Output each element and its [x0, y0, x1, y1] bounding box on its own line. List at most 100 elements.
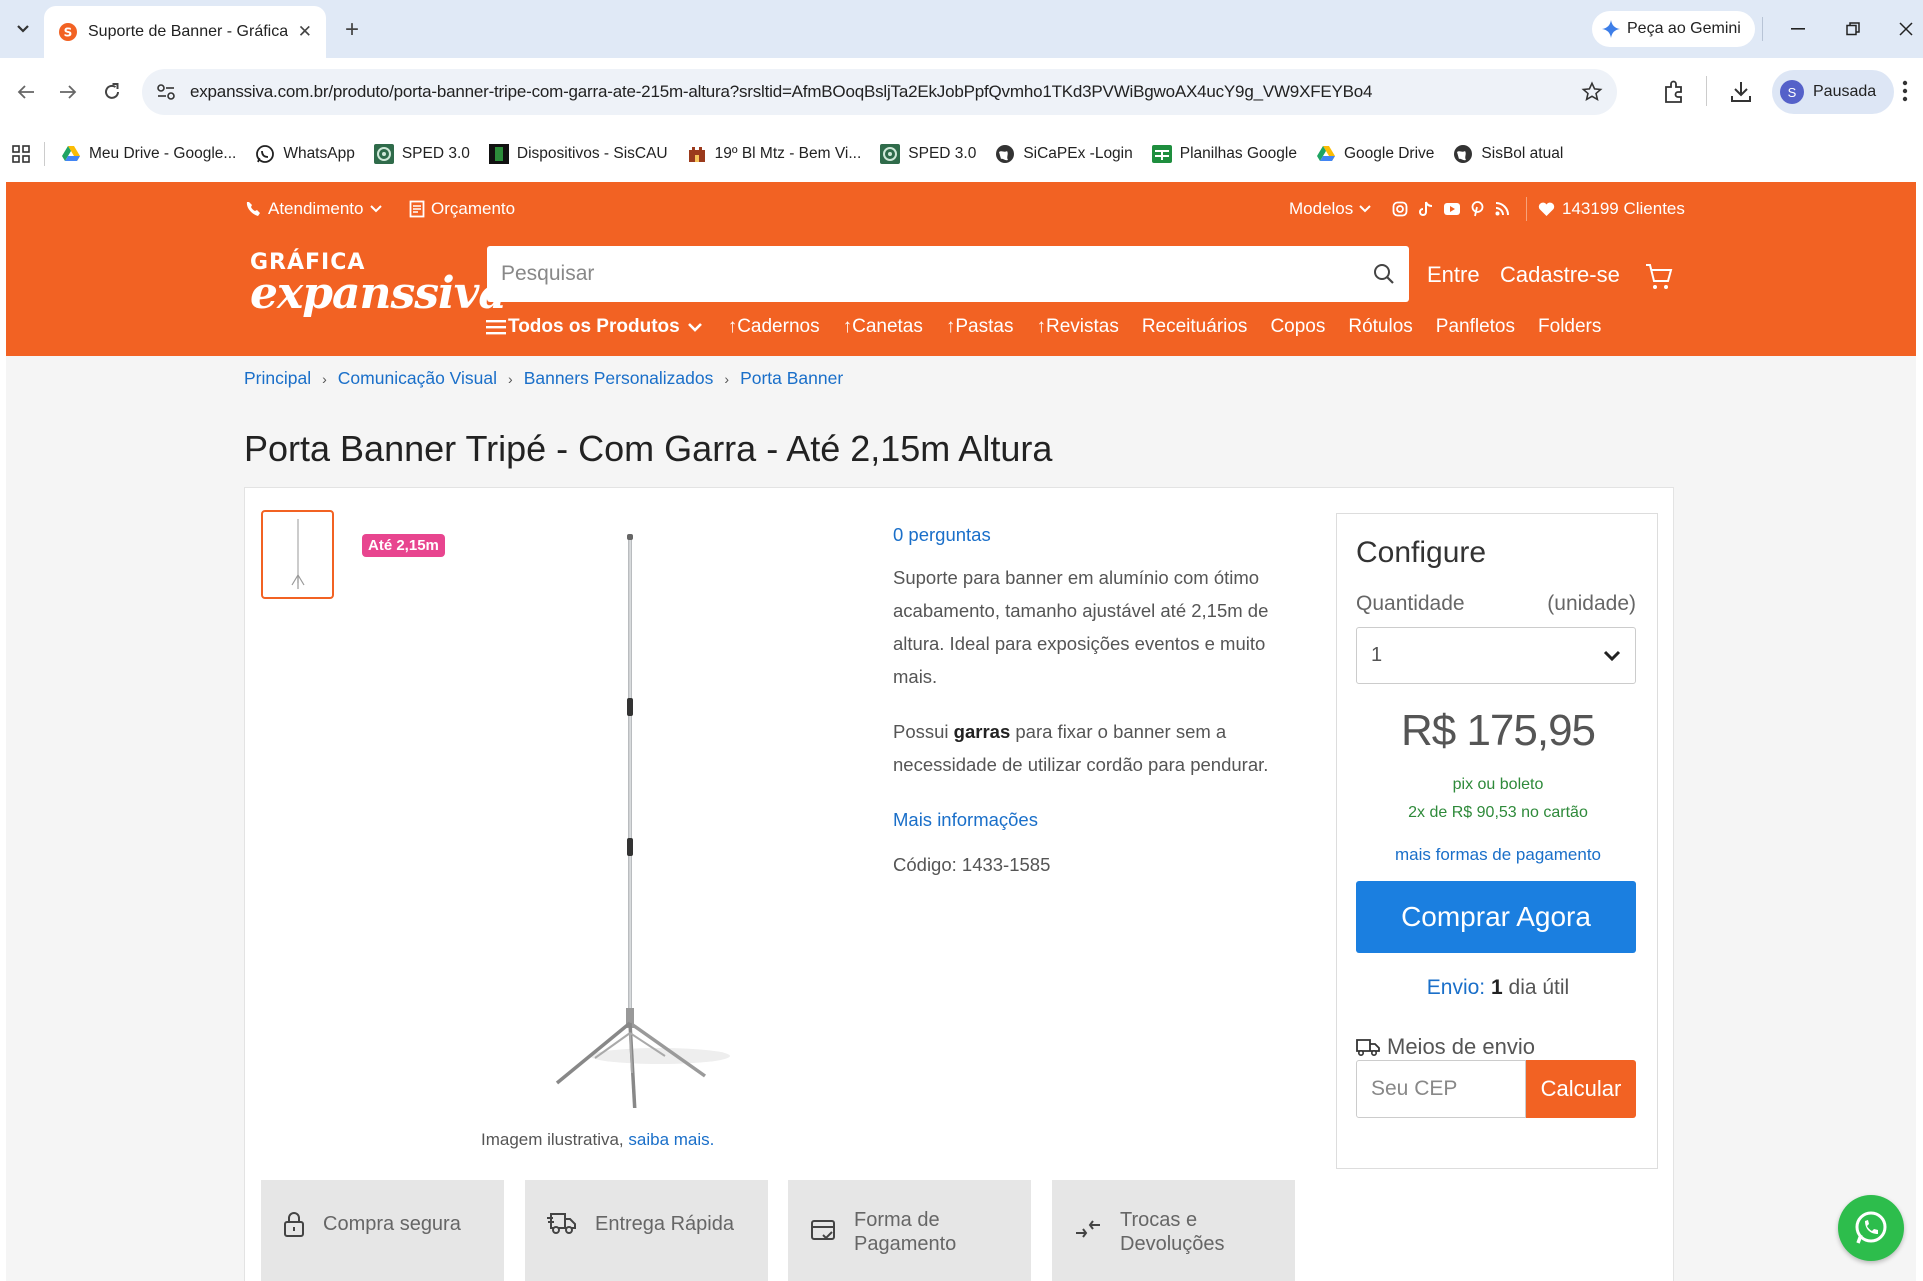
tab-strip: S Suporte de Banner - Gráfica exp ✕ + Pe… [0, 0, 1923, 58]
bookmark-item[interactable]: SPED 3.0 [373, 144, 470, 164]
all-products-menu[interactable]: Todos os Produtos [486, 316, 702, 338]
cep-input[interactable] [1356, 1060, 1526, 1118]
instagram-icon[interactable] [1392, 201, 1408, 217]
bookmark-label: WhatsApp [283, 145, 355, 162]
search-input[interactable] [501, 262, 1373, 286]
youtube-icon[interactable] [1444, 203, 1460, 215]
back-button[interactable] [8, 74, 44, 110]
category-link-copos[interactable]: Copos [1270, 316, 1325, 338]
search-bar [487, 246, 1409, 302]
download-icon[interactable] [1730, 80, 1752, 104]
bookmark-item[interactable]: SiCaPEx -Login [995, 144, 1133, 164]
bookmark-item[interactable]: 19º Bl Mtz - Bem Vi... [687, 144, 861, 164]
breadcrumb-link[interactable]: Porta Banner [740, 368, 843, 389]
more-menu-icon[interactable] [1902, 80, 1908, 102]
models-menu[interactable]: Modelos [1289, 199, 1371, 219]
payment-options-link[interactable]: mais formas de pagamento [1337, 845, 1659, 865]
bookmark-star-icon[interactable] [1581, 81, 1603, 103]
cart-icon[interactable] [1644, 262, 1674, 292]
bookmark-label: Meu Drive - Google... [89, 145, 237, 162]
whatsapp-icon [1855, 1211, 1887, 1244]
minimize-button[interactable] [1778, 12, 1818, 46]
close-tab-icon[interactable]: ✕ [298, 22, 312, 42]
category-link-pastas[interactable]: ↑Pastas [946, 316, 1014, 338]
login-link[interactable]: Entre [1427, 262, 1480, 288]
category-link-panfletos[interactable]: Panfletos [1436, 316, 1515, 338]
sheets-icon [1151, 144, 1172, 164]
bookmark-item[interactable]: SPED 3.0 [880, 144, 976, 164]
close-window-button[interactable] [1886, 12, 1923, 46]
truck-icon [1356, 1039, 1380, 1057]
quote-label: Orçamento [431, 199, 516, 218]
bookmark-item[interactable]: Google Drive [1316, 144, 1434, 164]
bookmark-item[interactable]: Planilhas Google [1151, 144, 1297, 164]
bookmark-item[interactable]: WhatsApp [255, 144, 355, 164]
size-badge: Até 2,15m [362, 534, 445, 557]
configure-title: Configure [1356, 536, 1487, 569]
profile-button[interactable]: S Pausada [1772, 70, 1895, 114]
chevron-down-icon [687, 322, 702, 332]
whatsapp-chat-button[interactable] [1838, 1195, 1904, 1261]
bookmark-item[interactable]: Meu Drive - Google... [61, 144, 236, 164]
site-info-icon[interactable] [156, 83, 176, 101]
bookmark-item[interactable]: Dispositivos - SisCAU [488, 144, 668, 164]
breadcrumb-separator-icon: › [508, 370, 513, 387]
category-link-folders[interactable]: Folders [1538, 316, 1601, 338]
tiktok-icon[interactable] [1419, 201, 1433, 217]
product-thumbnail[interactable] [261, 510, 334, 599]
gemini-button[interactable]: Peça ao Gemini [1592, 11, 1755, 47]
breadcrumb-link[interactable]: Banners Personalizados [524, 368, 714, 389]
support-menu[interactable]: Atendimento [244, 199, 383, 219]
more-info-link[interactable]: Mais informações [893, 803, 1313, 836]
image-caption: Imagem ilustrativa, saiba mais. [481, 1130, 714, 1150]
buy-now-button[interactable]: Comprar Agora [1356, 881, 1636, 953]
rss-icon[interactable] [1495, 202, 1509, 216]
product-description: 0 perguntas Suporte para banner em alumí… [893, 518, 1313, 903]
quantity-select[interactable]: 1 [1356, 627, 1636, 684]
breadcrumb-separator-icon: › [322, 370, 327, 387]
questions-link[interactable]: 0 perguntas [893, 518, 1313, 551]
reload-icon [105, 83, 119, 99]
signup-link[interactable]: Cadastre-se [1500, 262, 1620, 288]
category-link-canetas[interactable]: ↑Canetas [843, 316, 923, 338]
bookmark-label: SPED 3.0 [908, 145, 977, 162]
learn-more-link[interactable]: saiba mais. [628, 1130, 714, 1149]
tabstrip-divider [1762, 17, 1763, 41]
globe-icon [995, 144, 1015, 164]
tab-active[interactable]: S Suporte de Banner - Gráfica exp ✕ [44, 6, 326, 58]
quote-link[interactable]: Orçamento [409, 199, 515, 219]
google-drive-icon [61, 144, 81, 164]
search-icon[interactable] [1373, 263, 1395, 285]
forward-button[interactable] [50, 74, 86, 110]
new-tab-button[interactable]: + [336, 14, 368, 46]
sped-icon [373, 144, 394, 164]
product-code: Código: 1433-1585 [893, 854, 1051, 875]
shipping-time-prefix: Envio: [1426, 976, 1486, 999]
product-image[interactable] [535, 528, 735, 1108]
quantity-unit: (unidade) [1547, 592, 1636, 615]
breadcrumb-link[interactable]: Comunicação Visual [338, 368, 497, 389]
bookmark-item[interactable]: SisBol atual [1453, 144, 1563, 164]
category-link-receituarios[interactable]: Receituários [1142, 316, 1248, 338]
category-link-revistas[interactable]: ↑Revistas [1036, 316, 1118, 338]
restore-button[interactable] [1833, 12, 1873, 46]
feature-secure-purchase: Compra segura [261, 1180, 504, 1281]
breadcrumb-link[interactable]: Principal [244, 368, 311, 389]
pinterest-icon[interactable] [1471, 201, 1484, 217]
toolbar-divider [1706, 76, 1707, 106]
bookmark-label: SPED 3.0 [401, 145, 470, 162]
omnibox[interactable]: expanssiva.com.br/produto/porta-banner-t… [142, 69, 1617, 115]
site-logo[interactable]: GRÁFICA expanssiva [250, 252, 507, 316]
category-link-cadernos[interactable]: ↑Cadernos [728, 316, 820, 338]
extensions-icon[interactable] [1662, 79, 1686, 105]
url-text[interactable]: expanssiva.com.br/produto/porta-banner-t… [190, 82, 1373, 102]
product-card: Até 2,15m Imagem ilustrativa, saiba mais… [244, 487, 1674, 1281]
calculate-shipping-button[interactable]: Calcular [1526, 1060, 1636, 1118]
image-caption-text: Imagem ilustrativa, [481, 1130, 624, 1149]
reload-button[interactable] [94, 74, 130, 110]
gemini-label: Peça ao Gemini [1627, 20, 1741, 37]
quantity-value: 1 [1371, 644, 1383, 666]
apps-grid-icon[interactable] [12, 145, 30, 163]
tab-search-button[interactable] [8, 14, 38, 44]
category-link-rotulos[interactable]: Rótulos [1348, 316, 1412, 338]
